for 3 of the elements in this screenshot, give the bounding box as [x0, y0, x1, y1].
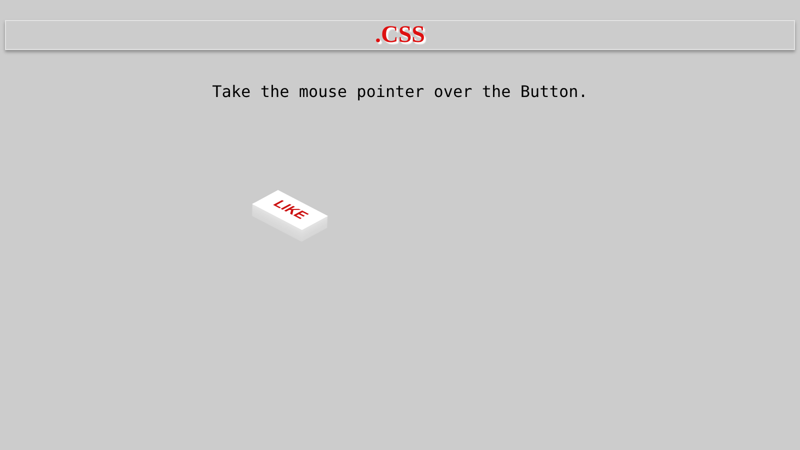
like-button[interactable]: LIKE [252, 190, 328, 230]
instruction-text: Take the mouse pointer over the Button. [212, 81, 588, 103]
header-title: .CSS [374, 23, 426, 47]
